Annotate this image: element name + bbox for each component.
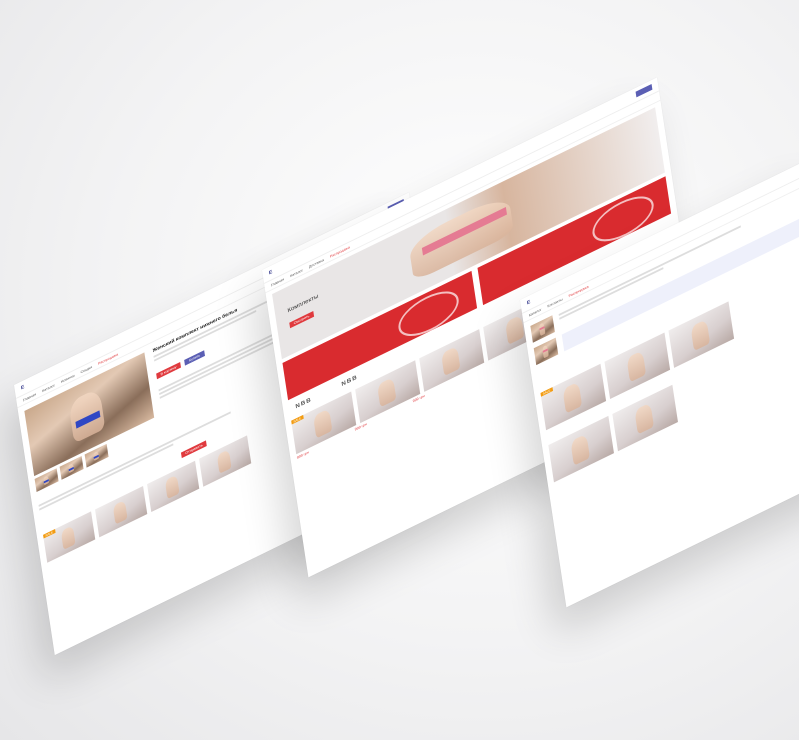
nav-item[interactable]: Главная — [270, 277, 284, 287]
buy-button[interactable]: В корзину — [156, 361, 181, 380]
logo: E — [268, 269, 273, 277]
brand-logo[interactable]: NBB — [341, 375, 358, 388]
logo: E — [526, 299, 531, 307]
hero-cta[interactable]: Смотреть — [289, 311, 314, 329]
hero-headline: Комплекты — [287, 293, 319, 315]
mockup-scene: E Главная Каталог Новинки Скидки Распрод… — [0, 0, 799, 740]
logo: E — [20, 384, 25, 392]
quick-buy-button[interactable]: Купить — [184, 350, 205, 366]
product-card-photo[interactable] — [548, 415, 614, 483]
product-card-photo[interactable] — [612, 384, 678, 452]
brand-logo[interactable]: NBB — [295, 397, 312, 410]
nav-item[interactable]: Каталог — [290, 268, 303, 278]
